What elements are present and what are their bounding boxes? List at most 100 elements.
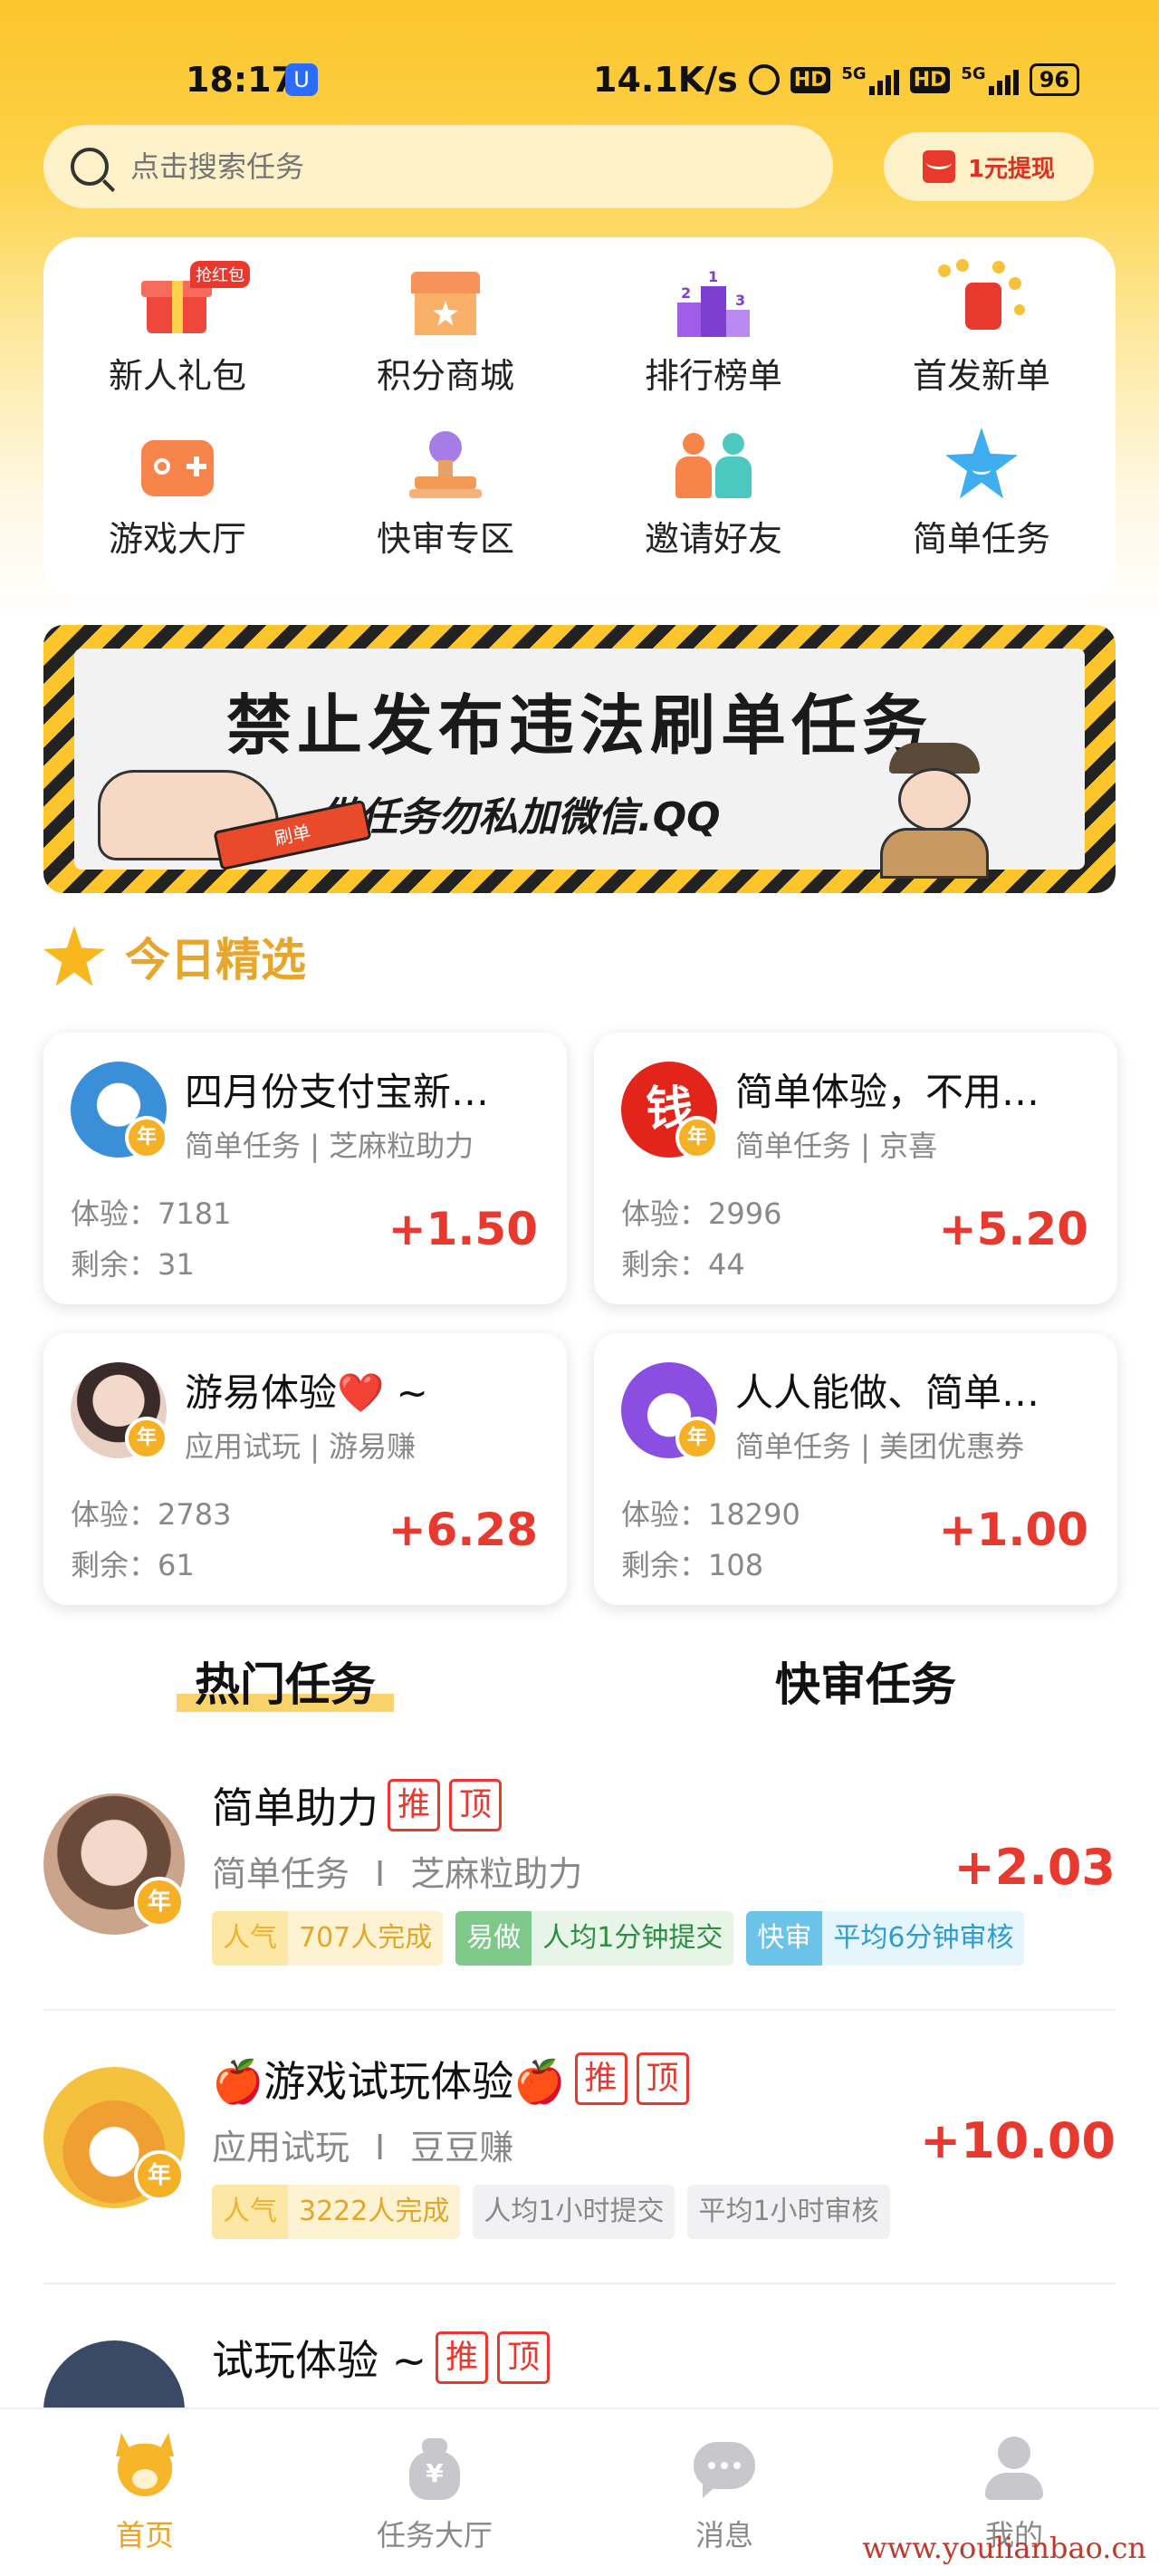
quick-item-invite-friends[interactable]: 邀请好友	[580, 400, 848, 563]
easy-tag: 易做 人均1分钟提交	[455, 1911, 734, 1966]
pick-stats: 体验：18290 剩余：108	[621, 1497, 800, 1582]
pick-price: +5.20	[938, 1203, 1088, 1255]
search-icon	[71, 148, 109, 186]
rank-1-label: 1	[708, 268, 719, 285]
withdraw-label: 1元提现	[967, 155, 1056, 183]
banner-subtitle: 做任务勿私加微信.QQ	[319, 794, 721, 841]
hd-icon-2: HD	[909, 66, 951, 93]
nav-task-hall[interactable]: ¥ 任务大厅	[290, 2409, 580, 2576]
task-row[interactable]: 年 🍎游戏试玩体验🍎 推 顶 应用试玩 I 豆豆赚 +10.00 人气 3222人完成…	[43, 2013, 1116, 2284]
pick-title: 人人能做、简单…	[735, 1370, 1040, 1415]
nav-messages[interactable]: 消息	[580, 2409, 869, 2576]
quick-item-fast-review[interactable]: 快审专区	[311, 400, 580, 563]
task-price: +2.03	[953, 1839, 1116, 1896]
recommend-badge: 推	[388, 1779, 440, 1831]
coins-icon	[938, 259, 1025, 341]
fast-review-tag: 快审 平均6分钟审核	[746, 1911, 1025, 1966]
pick-card[interactable]: 钱 年 简单体验，不用… 简单任务 | 京喜 体验：2996 剩余：44 +5.…	[594, 1033, 1117, 1304]
pick-price: +1.00	[938, 1504, 1088, 1556]
year-badge: 年	[675, 1116, 719, 1159]
quick-item-label: 积分商城	[376, 356, 514, 396]
top-badge: 顶	[636, 2052, 689, 2105]
hd-icon: HD	[790, 66, 831, 93]
pick-price: +6.28	[388, 1504, 538, 1556]
search-bar[interactable]	[43, 125, 833, 208]
task-avatar	[43, 2341, 185, 2408]
quick-item-label: 排行榜单	[644, 356, 782, 396]
store-icon	[402, 264, 489, 341]
quick-item-label: 简单任务	[912, 519, 1050, 559]
home-cat-icon	[110, 2433, 179, 2502]
status-bar: 18:17 U 14.1K/s HD 5G HD 5G 96	[0, 0, 1159, 118]
pick-card[interactable]: 年 人人能做、简单… 简单任务 | 美团优惠券 体验：18290 剩余：108 …	[594, 1333, 1117, 1605]
top-badge: 顶	[497, 2331, 551, 2384]
year-badge: 年	[125, 1116, 168, 1159]
withdraw-button[interactable]: 1元提现	[884, 132, 1094, 201]
alarm-icon	[748, 64, 780, 95]
task-title: 简单助力 推 顶	[212, 1775, 502, 1835]
rank-3-label: 3	[735, 292, 746, 309]
rank-2-label: 2	[681, 284, 692, 302]
gift-icon: 抢红包	[134, 261, 250, 341]
status-time: 18:17	[186, 60, 295, 100]
promo-banner[interactable]: 禁止发布违法刷单任务 做任务勿私加微信.QQ 刷单	[43, 625, 1116, 893]
quick-item-new-release[interactable]: 首发新单	[848, 237, 1116, 400]
gamepad-icon	[134, 428, 221, 504]
nav-label: 消息	[694, 2518, 753, 2552]
task-subtitle: 应用试玩 I 豆豆赚	[212, 2128, 514, 2167]
pick-subtitle: 简单任务 | 芝麻粒助力	[185, 1129, 474, 1163]
task-subtitle: 简单任务 I 芝麻粒助力	[212, 1854, 583, 1894]
task-price: +10.00	[919, 2112, 1116, 2169]
recommend-badge: 推	[436, 2331, 489, 2384]
quick-item-leaderboard[interactable]: 2 1 3 排行榜单	[580, 237, 848, 400]
pick-card[interactable]: 年 四月份支付宝新… 简单任务 | 芝麻粒助力 体验：7181 剩余：31 +1…	[43, 1033, 567, 1304]
pick-title: 简单体验，不用…	[735, 1070, 1040, 1114]
quick-item-newbie-gift[interactable]: 抢红包 新人礼包	[43, 237, 311, 400]
pick-subtitle: 简单任务 | 京喜	[735, 1129, 938, 1163]
task-row[interactable]: 试玩体验 ~ 推 顶	[43, 2286, 1116, 2408]
pick-card[interactable]: 年 游易体验❤️ ~ 应用试玩 | 游易赚 体验：2783 剩余：61 +6.2…	[43, 1333, 567, 1605]
quick-item-label: 快审专区	[376, 519, 514, 559]
network-speed: 14.1K/s	[593, 60, 738, 100]
task-tags: 人气 3222人完成 人均1小时提交 平均1小时审核	[212, 2185, 890, 2239]
money-bag-icon: ¥	[400, 2433, 469, 2502]
signal-icon-2: 5G	[961, 64, 1019, 95]
year-badge: 年	[134, 2150, 185, 2201]
star-smile-icon	[938, 428, 1025, 504]
nav-label: 任务大厅	[376, 2518, 493, 2552]
people-icon	[670, 428, 757, 504]
search-row: 1元提现	[43, 125, 1121, 208]
police-illustration	[862, 743, 1007, 879]
quick-item-label: 新人礼包	[108, 356, 246, 396]
task-row[interactable]: 年 简单助力 推 顶 简单任务 I 芝麻粒助力 +2.03 人气 707人完成 易做人…	[43, 1739, 1116, 2011]
stamp-icon	[402, 428, 489, 504]
pick-price: +1.50	[388, 1203, 538, 1255]
vpn-icon: U	[285, 63, 318, 96]
task-tags: 人气 707人完成 易做 人均1分钟提交 快审 平均6分钟审核	[212, 1911, 1025, 1966]
quick-item-label: 首发新单	[912, 356, 1050, 396]
quick-item-simple-task[interactable]: 简单任务	[848, 400, 1116, 563]
gift-badge: 抢红包	[190, 261, 250, 288]
quick-item-points-mall[interactable]: 积分商城	[311, 237, 580, 400]
divider	[43, 2009, 1116, 2011]
recommend-badge: 推	[574, 2052, 627, 2105]
today-pick-header: 今日精选	[43, 924, 306, 989]
review-time-tag: 平均1小时审核	[687, 2185, 890, 2239]
divider	[43, 2283, 1116, 2284]
submit-time-tag: 人均1小时提交	[473, 2185, 675, 2239]
task-title: 🍎游戏试玩体验🍎 推 顶	[212, 2049, 689, 2109]
task-tabs: 热门任务 快审任务	[0, 1639, 1159, 1730]
tab-fast-review-tasks[interactable]: 快审任务	[775, 1648, 956, 1714]
tab-hot-tasks[interactable]: 热门任务	[177, 1648, 394, 1714]
search-input[interactable]	[130, 149, 764, 184]
quick-item-game-hall[interactable]: 游戏大厅	[43, 400, 311, 563]
top-badge: 顶	[449, 1779, 502, 1831]
pick-subtitle: 简单任务 | 美团优惠券	[735, 1429, 1025, 1464]
pick-title: 四月份支付宝新…	[185, 1070, 490, 1114]
nav-home[interactable]: 首页	[0, 2409, 290, 2576]
pick-stats: 体验：7181 剩余：31	[71, 1197, 232, 1282]
watermark: www.youlianbao.cn	[862, 2531, 1146, 2565]
star-icon	[43, 926, 105, 986]
popularity-tag: 人气 707人完成	[212, 1911, 444, 1966]
pick-stats: 体验：2996 剩余：44	[621, 1197, 782, 1282]
